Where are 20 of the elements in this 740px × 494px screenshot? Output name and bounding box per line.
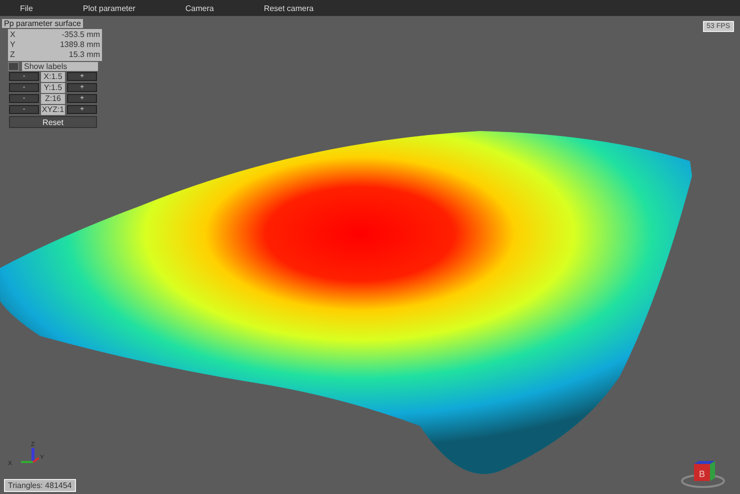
axis-label: Z xyxy=(10,50,15,60)
menu-item[interactable]: File xyxy=(20,4,33,12)
scale-label: Y:1.5 xyxy=(41,83,65,93)
scale-label: XYZ:1 xyxy=(41,105,65,115)
reset-button[interactable]: Reset xyxy=(9,116,97,128)
checkbox[interactable] xyxy=(8,62,19,71)
menu-item[interactable]: Reset camera xyxy=(264,4,314,12)
scale-label: X:1.5 xyxy=(41,72,65,82)
menu-item[interactable]: Plot parameter xyxy=(82,4,136,12)
menu-item[interactable]: Camera xyxy=(185,4,214,12)
coordinate-value: 1389.8 mm xyxy=(60,40,100,50)
coordinate-value: 15.3 mm xyxy=(68,50,100,60)
view-cube-drawing: B xyxy=(681,461,725,488)
panel-title: Pp parameter surface xyxy=(2,19,83,28)
axis-label: Y xyxy=(10,40,16,50)
scale-label: Z:16 xyxy=(41,94,65,104)
coordinate-value: -353.5 mm xyxy=(62,30,100,40)
triangle-count: Triangles: 481454 xyxy=(4,479,76,492)
axis-label: X xyxy=(10,30,16,40)
checkbox-label: Show labels xyxy=(22,62,98,71)
